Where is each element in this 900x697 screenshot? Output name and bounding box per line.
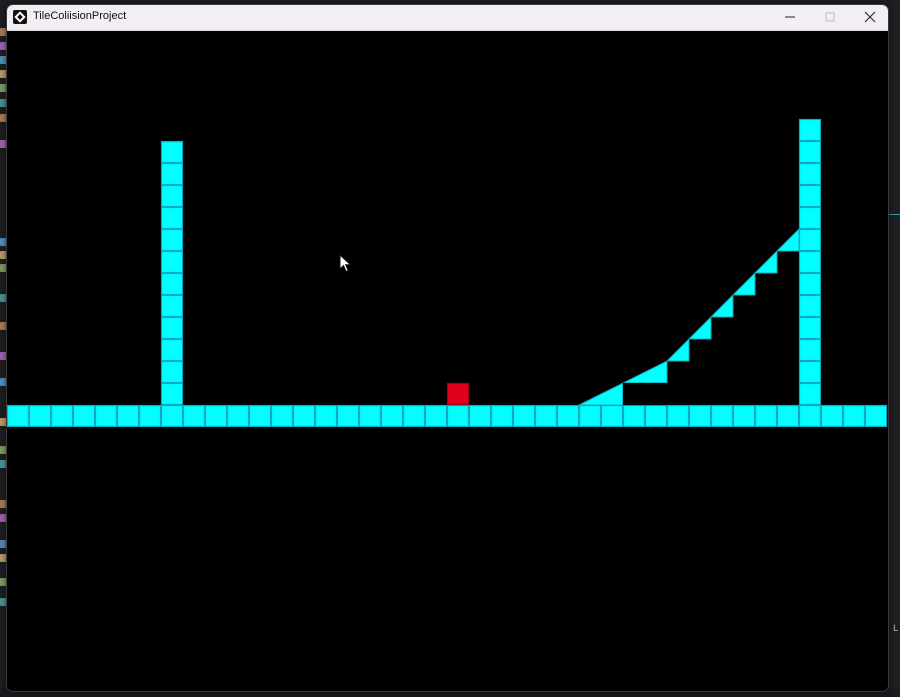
floor-tile — [820, 404, 844, 428]
right-pillar-tile — [798, 294, 822, 318]
slope-ramp-tile — [622, 360, 668, 384]
floor-tile — [754, 404, 778, 428]
window-titlebar[interactable]: TileColiisionProject — [7, 5, 888, 31]
floor-tile — [534, 404, 558, 428]
game-engine-logo-icon — [13, 10, 27, 24]
left-pillar-tile — [160, 382, 184, 406]
floor-tile — [490, 404, 514, 428]
left-pillar-tile — [160, 294, 184, 318]
floor-tile — [380, 404, 404, 428]
floor-tile — [50, 404, 74, 428]
slope-step-tile — [753, 249, 778, 274]
floor-tile — [28, 404, 52, 428]
slope-gap — [622, 382, 668, 406]
floor-tile — [204, 404, 228, 428]
right-pillar-tile — [798, 316, 822, 340]
right-pillar-tile — [798, 140, 822, 164]
left-pillar-tile — [160, 250, 184, 274]
floor-tile — [424, 404, 448, 428]
floor-tile — [292, 404, 316, 428]
slope-step-tile — [731, 271, 756, 296]
floor-tile — [556, 404, 580, 428]
left-pillar-tile — [160, 228, 184, 252]
slope-step-tile — [775, 227, 800, 252]
background-editor-accent-line — [888, 214, 900, 215]
floor-tile — [644, 404, 668, 428]
game-scene — [7, 118, 888, 428]
floor-tile — [7, 404, 30, 428]
floor-tile — [248, 404, 272, 428]
floor-tile — [776, 404, 800, 428]
floor-tile — [622, 404, 646, 428]
floor-tile — [270, 404, 294, 428]
floor-tile — [710, 404, 734, 428]
floor-tile — [358, 404, 382, 428]
right-pillar-tile — [798, 206, 822, 230]
floor-tile — [688, 404, 712, 428]
right-pillar-tile — [798, 250, 822, 274]
floor-tile — [446, 404, 470, 428]
floor-tile — [402, 404, 426, 428]
maximize-button[interactable] — [810, 5, 850, 30]
window-title: TileColiisionProject — [33, 10, 127, 22]
slope-step-tile — [687, 315, 712, 340]
floor-tile — [72, 404, 96, 428]
player-block — [446, 382, 470, 406]
background-editor-label: L — [893, 624, 899, 634]
right-pillar-tile — [798, 118, 822, 142]
game-viewport[interactable] — [7, 31, 888, 691]
minimize-button[interactable] — [770, 5, 810, 30]
floor-tile — [116, 404, 140, 428]
left-pillar-tile — [160, 206, 184, 230]
floor-tile — [864, 404, 888, 428]
floor-tile — [468, 404, 492, 428]
left-pillar-tile — [160, 338, 184, 362]
right-pillar-tile — [798, 184, 822, 208]
floor-tile — [798, 404, 822, 428]
floor-tile — [94, 404, 118, 428]
floor-tile — [578, 404, 602, 428]
game-window: TileColiisionProject — [6, 4, 889, 692]
left-pillar-tile — [160, 140, 184, 164]
floor-tile — [732, 404, 756, 428]
floor-tile — [336, 404, 360, 428]
right-pillar-tile — [798, 228, 822, 252]
right-pillar-tile — [798, 272, 822, 296]
left-pillar-tile — [160, 162, 184, 186]
floor-tile — [226, 404, 250, 428]
slope-step-tile — [709, 293, 734, 318]
minimize-icon — [785, 16, 795, 18]
floor-tile — [842, 404, 866, 428]
left-pillar-tile — [160, 360, 184, 384]
close-button[interactable] — [850, 5, 888, 30]
maximize-icon — [825, 12, 835, 22]
floor-tile — [666, 404, 690, 428]
left-pillar-tile — [160, 316, 184, 340]
mouse-pointer-icon — [339, 253, 353, 278]
right-pillar-tile — [798, 360, 822, 384]
left-pillar-tile — [160, 184, 184, 208]
floor-tile — [160, 404, 184, 428]
close-icon — [864, 11, 876, 23]
right-pillar-tile — [798, 162, 822, 186]
right-pillar-tile — [798, 382, 822, 406]
floor-tile — [182, 404, 206, 428]
right-pillar-tile — [798, 338, 822, 362]
floor-tile — [512, 404, 536, 428]
slope-step-tile — [665, 337, 690, 362]
slope-ramp-tile — [578, 382, 624, 406]
floor-tile — [600, 404, 624, 428]
floor-tile — [314, 404, 338, 428]
floor-tile — [138, 404, 162, 428]
left-pillar-tile — [160, 272, 184, 296]
